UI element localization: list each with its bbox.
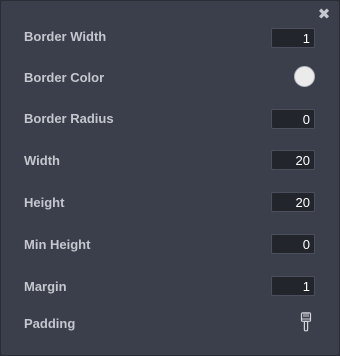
width-label: Width — [24, 153, 60, 168]
border-color-swatch[interactable] — [294, 66, 315, 87]
brush-icon[interactable] — [299, 312, 313, 332]
width-input[interactable] — [271, 150, 315, 170]
border-width-label: Border Width — [24, 29, 107, 44]
min-height-input[interactable] — [271, 234, 315, 254]
close-icon[interactable]: ✖ — [317, 6, 331, 22]
min-height-label: Min Height — [24, 237, 91, 252]
margin-label: Margin — [24, 279, 67, 294]
border-radius-input[interactable] — [271, 109, 315, 129]
margin-input[interactable] — [271, 276, 315, 296]
border-width-input[interactable] — [271, 28, 315, 48]
style-settings-panel: ✖ Border Width Border Color Border Radiu… — [0, 0, 340, 356]
height-input[interactable] — [271, 192, 315, 212]
border-color-label: Border Color — [24, 70, 105, 85]
padding-label: Padding — [24, 316, 76, 331]
border-radius-label: Border Radius — [24, 111, 114, 126]
height-label: Height — [24, 195, 65, 210]
